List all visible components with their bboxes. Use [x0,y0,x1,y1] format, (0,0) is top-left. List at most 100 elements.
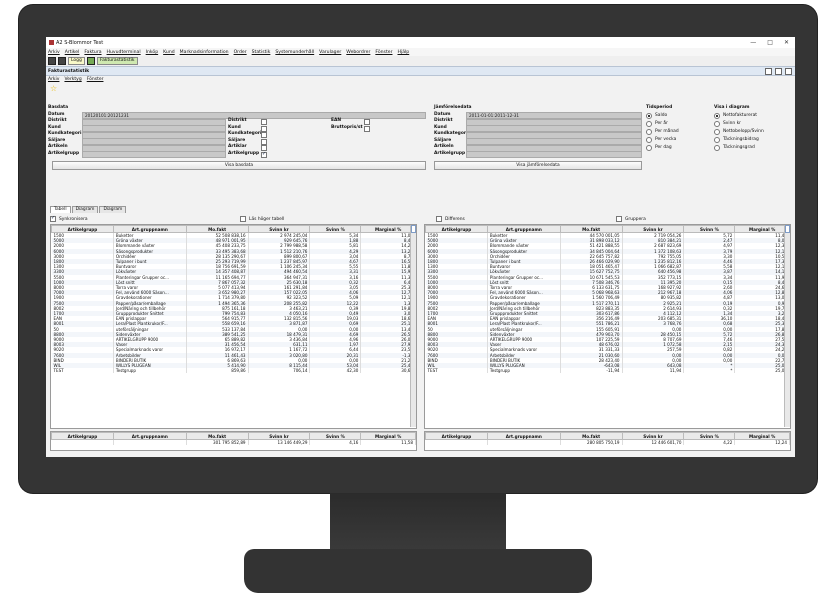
radio-nettobelopp-svinn[interactable]: Nettobelopp/Svinn [714,128,764,136]
las-hoger-option[interactable]: Läs höger tabell [240,216,284,222]
logg-button[interactable]: Logg [68,57,85,65]
radio-svinn-kr[interactable]: Svinn kr [714,120,764,128]
left-table-scrollbar[interactable] [410,225,416,427]
column-header: Art.gruppnamn [486,432,561,440]
synkronisera-checkbox[interactable] [50,215,56,222]
table-cell: 30,61 [360,368,416,374]
menu-webordrer[interactable]: Webordrer [346,50,370,55]
synkronisera-option[interactable]: Synkronisera [50,215,88,222]
differens-option[interactable]: Differens [436,216,465,222]
radio-tackningsbidrag[interactable]: Täckningsbidrag [714,136,764,144]
screen: A2 S-Blommor Test — □ ✕ Arkiv Artikel Fa… [46,37,795,457]
list-icon[interactable] [86,57,95,65]
menu-hjalp[interactable]: Hjälp [397,50,409,55]
inner-menu-verktyg[interactable]: Verktyg [64,77,81,82]
column-header: Svinn % [309,432,362,440]
kund-checkbox[interactable] [261,125,267,132]
radio-icon [646,136,652,143]
distrikt-checkbox[interactable] [261,119,267,125]
tab-diagram-2[interactable]: Diagram [99,206,127,213]
minimize-button[interactable]: — [750,39,756,46]
right-table-header: Artikelgrupp Art.gruppnamn Mo.fakt Svinn kr… [425,225,790,233]
table-cell [487,439,561,446]
radio-saldo[interactable]: Saldo [646,112,679,120]
basdata-artikelgrupp-field[interactable] [82,151,226,158]
menu-marknadsinformation[interactable]: Marknadsinformation [180,50,229,55]
radio-per-manad[interactable]: Per månad [646,128,679,136]
radio-icon [646,120,652,127]
column-header: Svinn % [309,225,362,233]
inner-menu-arkiv[interactable]: Arkiv [48,77,59,82]
table-cell [425,439,488,446]
basdata-kundkategori-check-label: Kundkategori [228,131,262,136]
table-cell: 301 795 852,89 [186,439,249,446]
radio-selected-icon [646,112,652,119]
visa-jamforelsedata-button[interactable]: Visa jämförelsedata [434,161,642,170]
menu-inkop[interactable]: Inköp [146,50,159,55]
table-row[interactable]: TEST Testgrupp 859,86 706,14 42,30 30,61 [51,368,416,374]
monitor-neck [330,493,506,551]
inner-close-button[interactable] [785,67,792,75]
tab-diagram-1[interactable]: Diagram [71,206,99,213]
column-header: Art.gruppnamn [112,432,187,440]
fakturastatistik-button[interactable]: Fakturastatistik [96,57,138,65]
right-table-scrollbar[interactable] [784,225,790,427]
right-summary-table: Artikelgrupp Art.gruppnamn Mo.fakt Svinn kr… [424,431,791,451]
radio-nettofakturerat[interactable]: Nettofakturerat [714,112,764,120]
menu-varulager[interactable]: Varulager [319,50,341,55]
gruppera-option[interactable]: Gruppera [616,216,646,222]
table-cell: 13 146 449,29 [248,439,311,446]
las-hoger-label: Läs höger tabell [249,216,285,222]
radio-per-dag[interactable]: Per dag [646,144,679,152]
radio-icon [714,144,720,151]
radio-nettobelopp-svinn-label: Nettobelopp/Svinn [723,129,764,134]
menu-faktura[interactable]: Faktura [84,50,101,55]
kundkategori-checkbox[interactable] [261,132,267,138]
menu-huvudterminal[interactable]: Huvudterminal [107,50,141,55]
menu-statistik[interactable]: Statistik [252,50,271,55]
menu-fonster[interactable]: Fönster [375,50,392,55]
inner-maximize-button[interactable] [775,67,782,75]
tab-tabell[interactable]: Tabell [50,206,71,213]
ean-checkbox[interactable] [364,119,370,125]
bruttopris-checkbox[interactable] [364,125,370,132]
column-header: Marginal % [360,432,416,440]
artikelgrupp-checkbox[interactable] [261,151,267,158]
radio-per-ar[interactable]: Per år [646,120,679,128]
menu-order[interactable]: Order [234,50,247,55]
las-hoger-checkbox[interactable] [240,216,246,222]
maximize-button[interactable]: □ [767,39,773,46]
grid-icon[interactable] [48,57,56,65]
menu-systemunderhall[interactable]: Systemunderhåll [275,50,314,55]
jamfor-heading: Jämförelsedata [434,105,472,110]
radio-tackningsgrad[interactable]: Täckningsgrad [714,144,764,152]
radio-icon [714,136,720,143]
inner-window-title: Fakturastatistik [48,68,90,74]
inner-menu-fonster[interactable]: Fönster [87,77,104,82]
gruppera-checkbox[interactable] [616,216,622,222]
column-header: Artikelgrupp [425,225,488,233]
favorite-star-icon[interactable]: ☆ [46,83,795,94]
menu-arkiv[interactable]: Arkiv [48,50,60,55]
table-row[interactable]: TEST Testgrupp -11,94 11,94 * 25,00 [425,368,790,374]
table-cell: 11,58 [360,439,416,446]
left-summary-row: 301 795 852,89 13 146 449,29 4,16 11,58 [51,439,416,446]
table-cell: 12,24 [734,439,790,446]
jamfor-artikelgrupp-field[interactable] [466,151,642,158]
column-header: Mo.fakt [559,432,623,440]
column-header: Artikelgrupp [51,225,114,233]
radio-tackningsgrad-label: Täckningsgrad [723,145,755,150]
saljare-checkbox[interactable] [261,138,267,145]
column-header: Svinn kr [247,225,311,233]
table-cell: Testgrupp [487,368,561,374]
close-button[interactable]: ✕ [784,39,789,46]
toolbar: Logg Fakturastatistik [46,56,795,66]
menu-kund[interactable]: Kund [163,50,175,55]
radio-per-vecka[interactable]: Per vecka [646,136,679,144]
visa-basdata-button[interactable]: Visa basdata [52,161,426,170]
differens-checkbox[interactable] [436,216,442,222]
inner-minimize-button[interactable] [765,67,772,75]
printer-icon[interactable] [58,57,66,65]
table-cell: -11,94 [560,368,623,374]
menu-artikel[interactable]: Artikel [65,50,80,55]
